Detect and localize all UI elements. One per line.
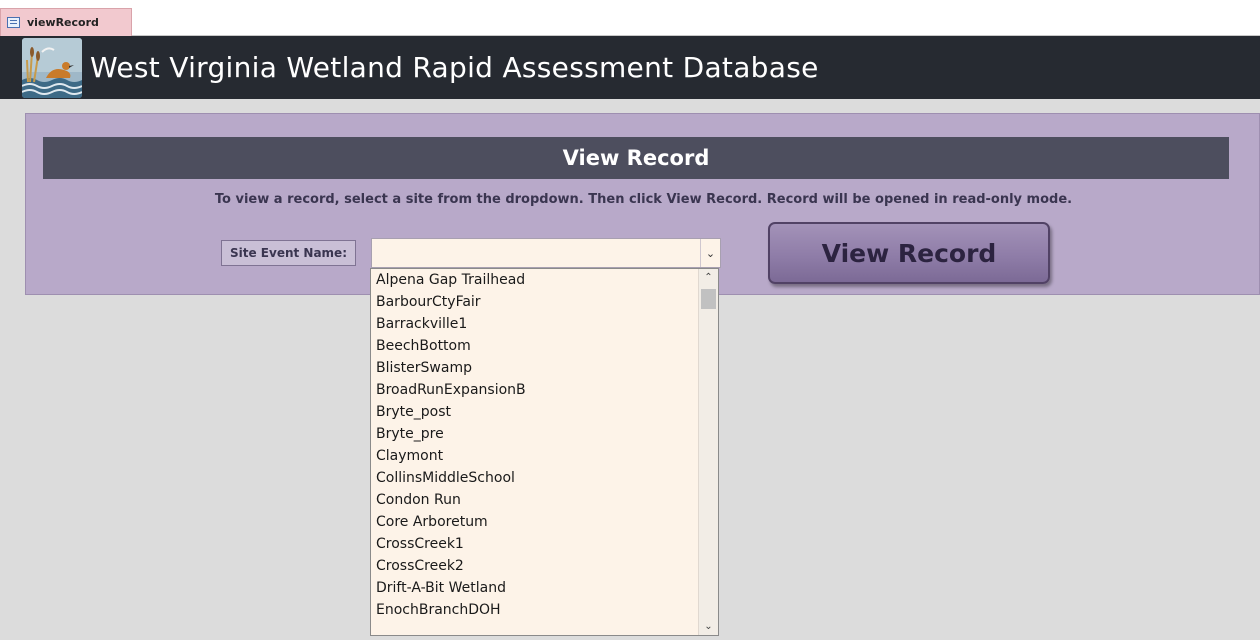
- chevron-up-icon[interactable]: ⌃: [699, 269, 718, 286]
- list-item[interactable]: BlisterSwamp: [376, 357, 472, 379]
- scroll-thumb[interactable]: [701, 289, 716, 309]
- form-icon: [7, 17, 20, 28]
- list-item[interactable]: BarbourCtyFair: [376, 291, 481, 313]
- list-item[interactable]: EnochBranchDOH: [376, 599, 501, 621]
- view-record-button[interactable]: View Record: [768, 222, 1050, 284]
- chevron-down-icon[interactable]: ⌄: [700, 239, 720, 267]
- list-item[interactable]: CrossCreek2: [376, 555, 464, 577]
- instructions-text: To view a record, select a site from the…: [214, 192, 1073, 207]
- list-item[interactable]: Condon Run: [376, 489, 461, 511]
- list-item[interactable]: Claymont: [376, 445, 443, 467]
- site-event-name-label: Site Event Name:: [221, 240, 356, 266]
- list-item[interactable]: Drift-A-Bit Wetland: [376, 577, 506, 599]
- list-item[interactable]: Alpena Gap Trailhead: [376, 269, 525, 291]
- list-item[interactable]: Bryte_pre: [376, 423, 444, 445]
- list-item[interactable]: BroadRunExpansionB: [376, 379, 526, 401]
- dropdown-scrollbar[interactable]: ⌃ ⌄: [698, 269, 718, 635]
- panel-title: View Record: [43, 137, 1229, 179]
- document-tab-strip: viewRecord: [0, 0, 1260, 36]
- site-dropdown-list[interactable]: Alpena Gap Trailhead BarbourCtyFair Barr…: [370, 268, 719, 636]
- chevron-down-icon[interactable]: ⌄: [699, 618, 718, 635]
- wetland-logo-icon: [22, 37, 82, 98]
- list-item[interactable]: Core Arboretum: [376, 511, 488, 533]
- app-title: West Virginia Wetland Rapid Assessment D…: [90, 51, 819, 84]
- list-item[interactable]: CollinsMiddleSchool: [376, 467, 515, 489]
- app-header: West Virginia Wetland Rapid Assessment D…: [0, 36, 1260, 99]
- list-item[interactable]: BeechBottom: [376, 335, 471, 357]
- tab-label: viewRecord: [27, 16, 99, 29]
- list-item[interactable]: Bryte_post: [376, 401, 451, 423]
- tab-viewrecord[interactable]: viewRecord: [0, 8, 132, 36]
- list-item[interactable]: Barrackville1: [376, 313, 467, 335]
- site-event-name-combo[interactable]: ⌄: [371, 238, 721, 268]
- list-item[interactable]: CrossCreek1: [376, 533, 464, 555]
